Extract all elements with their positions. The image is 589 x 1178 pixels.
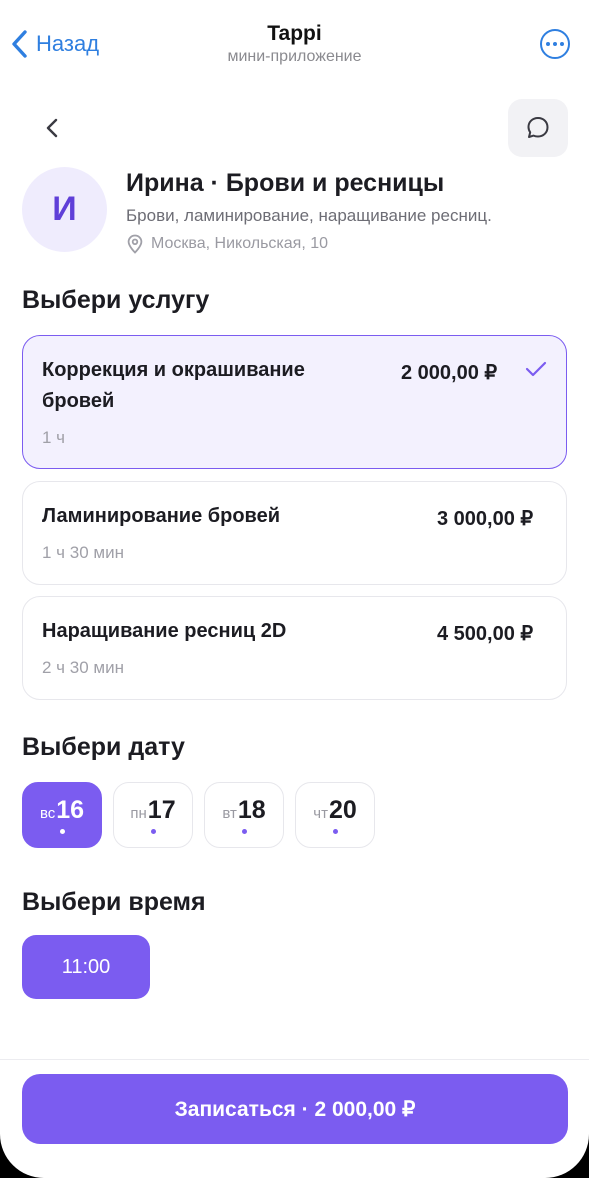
date-chip-16[interactable]: вс 16: [22, 782, 102, 848]
telegram-header: Назад Tappi мини-приложение: [0, 0, 589, 84]
service-duration: 1 ч 30 мин: [42, 543, 124, 562]
chevron-left-icon: [46, 118, 58, 138]
service-name: Коррекция и окрашивание бровей: [42, 359, 305, 412]
date-chip-17[interactable]: пн 17: [113, 782, 193, 848]
master-description: Брови, ламинирование, наращивание ресниц…: [126, 206, 492, 225]
location-pin-icon: [127, 234, 143, 254]
availability-dot: [333, 829, 338, 834]
availability-dot: [60, 829, 65, 834]
service-price: 2 000,00 ₽: [401, 362, 498, 384]
date-day: 18: [237, 796, 266, 824]
mini-app-screen: Назад Tappi мини-приложение И Ирина · Бр…: [0, 0, 589, 1178]
time-slot-1100[interactable]: 11:00: [22, 935, 150, 999]
address-text: Москва, Никольская, 10: [151, 235, 329, 252]
telegram-app-subtitle: мини-приложение: [227, 48, 362, 65]
chat-button[interactable]: [508, 99, 568, 157]
date-section-title: Выбери дату: [22, 733, 185, 761]
service-card-lash-extension[interactable]: Наращивание ресниц 2D 4 500,00 ₽ 2 ч 30 …: [22, 596, 567, 700]
avatar: И: [22, 167, 107, 252]
time-section-title: Выбери время: [22, 888, 206, 916]
availability-dot: [151, 829, 156, 834]
date-chip-20[interactable]: чт 20: [295, 782, 375, 848]
date-weekday: вт: [222, 805, 237, 822]
date-weekday: вс: [39, 805, 56, 822]
date-weekday: пн: [130, 805, 147, 822]
availability-dot: [242, 829, 247, 834]
master-address: Москва, Никольская, 10: [126, 234, 328, 254]
date-weekday: чт: [313, 805, 328, 822]
master-name: Ирина · Брови и ресницы: [126, 169, 445, 197]
service-price: 3 000,00 ₽: [437, 508, 534, 530]
service-duration: 2 ч 30 мин: [42, 658, 124, 677]
date-day: 17: [147, 796, 176, 824]
telegram-app-title: Tappi: [267, 22, 322, 45]
more-options-button[interactable]: [540, 29, 570, 59]
date-day: 16: [56, 796, 85, 824]
more-horizontal-icon: [546, 42, 550, 46]
chat-bubble-icon: [527, 117, 549, 138]
check-icon: [525, 361, 547, 377]
service-name: Наращивание ресниц 2D: [42, 620, 287, 642]
service-duration: 1 ч: [42, 428, 66, 447]
service-card-brow-correction[interactable]: Коррекция и окрашивание бровей 2 000,00 …: [22, 335, 567, 469]
date-day: 20: [328, 796, 357, 824]
service-name: Ламинирование бровей: [42, 505, 280, 527]
book-button[interactable]: Записаться · 2 000,00 ₽: [22, 1074, 568, 1144]
services-section-title: Выбери услугу: [22, 286, 210, 314]
date-chip-18[interactable]: вт 18: [204, 782, 284, 848]
back-button[interactable]: [32, 108, 72, 148]
bottom-divider: [0, 1059, 589, 1060]
service-card-brow-lamination[interactable]: Ламинирование бровей 3 000,00 ₽ 1 ч 30 м…: [22, 481, 567, 585]
service-price: 4 500,00 ₽: [437, 623, 534, 645]
